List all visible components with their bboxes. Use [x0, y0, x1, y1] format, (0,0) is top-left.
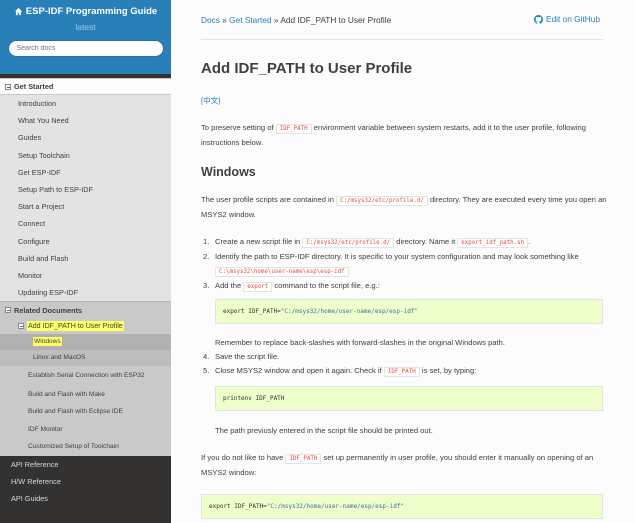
sidebar-item-hw-reference[interactable]: H/W Reference — [0, 473, 171, 490]
breadcrumb-separator: » — [273, 15, 279, 25]
text: command to the script file, e.g.: — [272, 281, 380, 290]
windows-paragraph: The user profile scripts are contained i… — [201, 193, 611, 222]
collapse-toggle-icon[interactable] — [5, 83, 11, 90]
sidebar-item-configure[interactable]: Configure — [0, 232, 171, 250]
list-item: 5. Close MSYS2 window and open it again.… — [203, 364, 610, 379]
chinese-version-link[interactable]: [中文] — [201, 95, 220, 106]
remember-paragraph: Remember to replace back-slashes with fo… — [215, 338, 505, 347]
collapse-toggle-icon[interactable] — [18, 323, 24, 330]
version-label: latest — [75, 22, 96, 32]
text: is set, by typing: — [419, 366, 477, 375]
code-text: export IDF_PATH= — [223, 308, 281, 315]
sidebar-header: ESP-IDF Programming Guide latest — [0, 0, 171, 74]
main-content: Docs » Get Started » Add IDF_PATH to Use… — [171, 0, 635, 523]
text: Save the script file. — [215, 352, 280, 361]
text: If you do not like to have — [201, 453, 286, 462]
sidebar-item-api-guides[interactable]: API Guides — [0, 490, 171, 507]
sidebar-item-build-flash[interactable]: Build and Flash — [0, 249, 171, 267]
sidebar-item-setup-path[interactable]: Setup Path to ESP-IDF — [0, 180, 171, 199]
text: Identify the path to ESP-IDF directory. … — [215, 252, 579, 261]
text: Create a new script file in — [215, 237, 303, 246]
code-block-printenv[interactable]: printenv IDF_PATH — [215, 386, 603, 411]
sidebar-item-label: Get Started — [14, 82, 54, 91]
sidebar-item-introduction[interactable]: Introduction — [0, 95, 171, 113]
sidebar-item-windows[interactable]: Windows — [0, 334, 171, 351]
sidebar-item-current-page[interactable]: Add IDF_PATH to User Profile — [0, 318, 171, 335]
code-string: "C:/msys32/home/user-name/esp/esp-idf" — [266, 503, 405, 510]
list-number: 1. — [203, 237, 210, 246]
collapse-toggle-icon[interactable] — [5, 307, 11, 314]
sidebar-menu: Get Started Introduction What You Need G… — [0, 78, 171, 456]
breadcrumb-docs[interactable]: Docs — [201, 15, 220, 25]
text: . — [528, 237, 531, 246]
section-heading-windows: Windows — [201, 165, 256, 179]
github-icon — [534, 14, 544, 24]
list-number: 5. — [203, 366, 210, 375]
project-title: ESP-IDF Programming Guide — [25, 6, 158, 17]
breadcrumb-current: Add IDF_PATH to User Profile — [280, 15, 392, 25]
sidebar-item-custom-toolchain[interactable]: Customized Setup of Toolchain — [0, 438, 171, 456]
sidebar-item-setup-toolchain[interactable]: Setup Toolchain — [0, 146, 171, 164]
sidebar-item-serial-connection[interactable]: Establish Serial Connection with ESP32 — [0, 366, 171, 386]
breadcrumb-separator: » — [222, 15, 227, 25]
list-item: 1. Create a new script file in C:/msys32… — [203, 235, 610, 250]
home-icon — [14, 7, 22, 16]
code-block-export-manual[interactable]: export IDF_PATH= "C:/msys32/home/user-nam… — [201, 494, 603, 519]
list-number: 3. — [203, 281, 210, 290]
list-item: 3. Add the export command to the script … — [203, 279, 610, 294]
inline-code: IDF_PATH — [285, 454, 322, 464]
sidebar-item-label: Add IDF_PATH to User Profile — [27, 321, 124, 332]
intro-paragraph: To preserve setting of IDF_PATH environm… — [201, 121, 611, 150]
sidebar-item-guides[interactable]: Guides — [0, 129, 171, 147]
search-input[interactable] — [7, 40, 164, 57]
sidebar-item-api-reference[interactable]: API Reference — [0, 456, 171, 473]
sidebar-item-build-make[interactable]: Build and Flash with Make — [0, 385, 171, 404]
printed-out-paragraph: The path previusly entered in the script… — [215, 426, 433, 435]
sidebar-item-label: Related Documents — [14, 305, 83, 315]
sidebar: ESP-IDF Programming Guide latest Get Sta… — [0, 0, 171, 523]
inline-code: export_idf_path.sh — [457, 238, 529, 248]
sidebar-item-related-documents[interactable]: Related Documents — [0, 301, 171, 319]
divider — [201, 39, 603, 40]
page-title: Add IDF_PATH to User Profile — [201, 60, 413, 77]
code-block-export[interactable]: export IDF_PATH= "C:/msys32/home/user-nam… — [215, 299, 603, 324]
sidebar-item-label: Windows — [33, 337, 62, 347]
manual-paragraph: If you do not like to have IDF_PATH set … — [201, 451, 611, 480]
sidebar-item-monitor[interactable]: Monitor — [0, 266, 171, 285]
sidebar-item-updating[interactable]: Updating ESP-IDF — [0, 284, 171, 302]
inline-code: IDF_PATH — [383, 367, 420, 377]
breadcrumb-get-started[interactable]: Get Started — [229, 15, 271, 25]
inline-code: IDF_PATH — [275, 124, 312, 134]
edit-on-github-link[interactable]: Edit on GitHub — [534, 14, 600, 24]
sidebar-item-build-eclipse[interactable]: Build and Flash with Eclipse IDE — [0, 403, 171, 421]
project-title-link[interactable]: ESP-IDF Programming Guide — [0, 6, 171, 17]
inline-code: export — [243, 282, 273, 292]
sidebar-item-what-you-need[interactable]: What You Need — [0, 112, 171, 130]
code-text: printenv IDF_PATH — [223, 395, 285, 402]
text: To preserve setting of — [201, 123, 276, 132]
list-item: 2. Identify the path to ESP-IDF director… — [203, 250, 610, 279]
list-item: 4. Save the script file. — [203, 350, 610, 364]
text: Add the — [215, 281, 244, 290]
breadcrumb: Docs » Get Started » Add IDF_PATH to Use… — [201, 15, 391, 25]
text: directory. Name it — [394, 237, 458, 246]
sidebar-item-linux-macos[interactable]: Linux and MacOS — [0, 350, 171, 367]
text: Close MSYS2 window and open it again. Ch… — [215, 366, 384, 375]
sidebar-item-get-started[interactable]: Get Started — [0, 78, 171, 95]
sidebar-item-start-project[interactable]: Start a Project — [0, 198, 171, 216]
sidebar-item-connect[interactable]: Connect — [0, 215, 171, 233]
sidebar-item-get-esp-idf[interactable]: Get ESP-IDF — [0, 163, 171, 181]
steps-list: 1. Create a new script file in C:/msys32… — [203, 235, 610, 294]
text: The user profile scripts are contained i… — [201, 195, 337, 204]
code-string: "C:/msys32/home/user-name/esp/esp-idf" — [280, 308, 419, 315]
code-text: export IDF_PATH= — [209, 503, 267, 510]
github-link-label: Edit on GitHub — [546, 14, 600, 24]
inline-code: C:/msys32/etc/profile.d/ — [302, 238, 395, 248]
steps-list-continued: 4. Save the script file. 5. Close MSYS2 … — [203, 350, 610, 379]
sidebar-item-idf-monitor[interactable]: IDF Monitor — [0, 420, 171, 439]
inline-code: C:\msys32\home\user-name\esp\esp-idf — [215, 267, 349, 277]
list-number: 4. — [203, 352, 210, 361]
inline-code: C:/msys32/etc/profile.d/ — [336, 196, 428, 206]
list-number: 2. — [203, 252, 210, 261]
